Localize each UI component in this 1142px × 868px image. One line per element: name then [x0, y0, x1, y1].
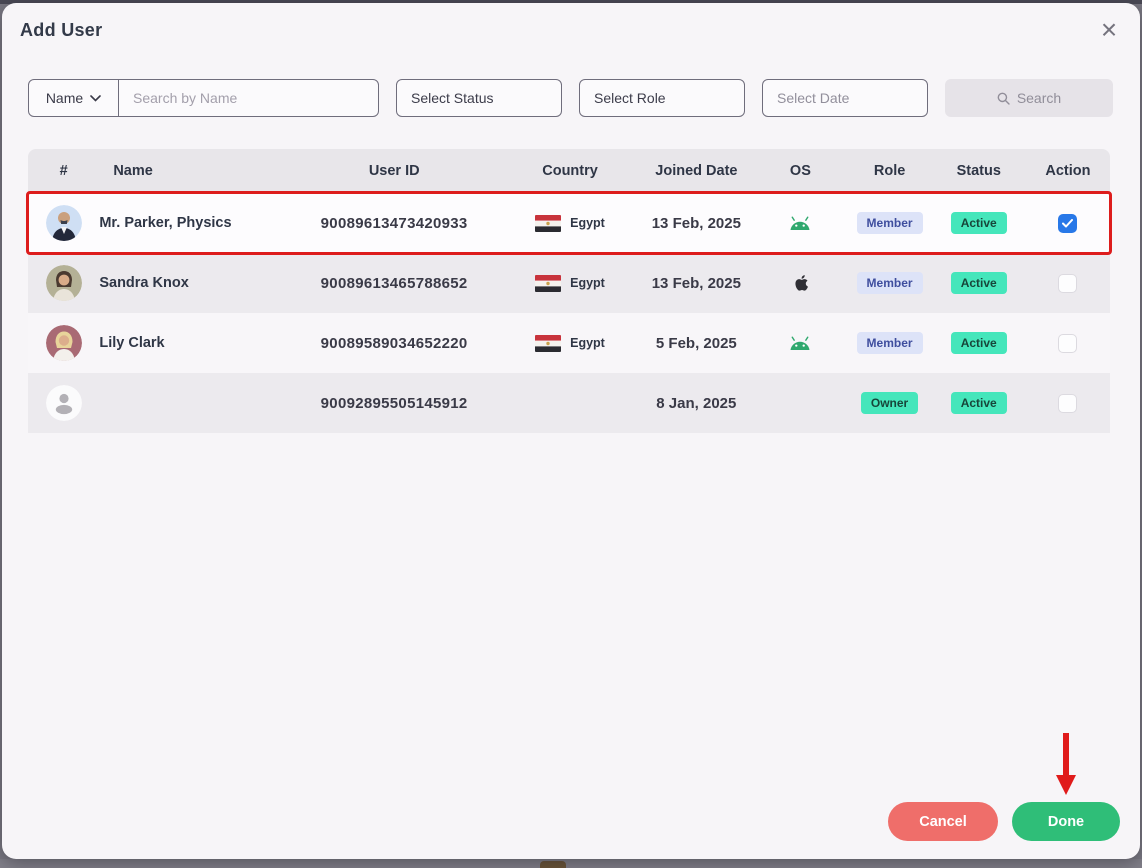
done-button[interactable]: Done [1012, 802, 1120, 841]
table-body: Mr. Parker, Physics 90089613473420933 Eg… [26, 191, 1112, 433]
country-cell: Egypt [501, 214, 640, 232]
status-cell: Active [932, 332, 1026, 354]
joined-date: 13 Feb, 2025 [651, 214, 741, 232]
check-icon [1062, 218, 1074, 227]
avatar [45, 385, 82, 421]
header-action: Action [1045, 163, 1091, 179]
role-badge: Member [856, 212, 923, 234]
name-search-combo: Name [28, 79, 379, 117]
add-user-modal: Add User × Name Select Status Select Rol… [2, 3, 1140, 859]
red-arrow-annotation [1056, 733, 1076, 795]
status-cell: Active [932, 272, 1026, 294]
users-table: # Name User ID Country Joined Date OS Ro… [26, 149, 1112, 433]
avatar [45, 325, 82, 361]
role-select-value: Select Role [594, 90, 666, 106]
name-field-dropdown[interactable]: Name [29, 80, 119, 116]
table-row[interactable]: Mr. Parker, Physics 90089613473420933 Eg… [26, 191, 1112, 255]
egypt-flag-icon [535, 274, 562, 292]
joined-date: 8 Jan, 2025 [656, 394, 737, 412]
date-select-placeholder: Select Date [777, 90, 850, 106]
os-cell [753, 272, 847, 294]
role-badge: Member [856, 332, 923, 354]
search-button-label: Search [1016, 90, 1062, 106]
avatar-cell [28, 205, 99, 241]
action-cell [1026, 273, 1110, 293]
status-badge: Active [950, 332, 1007, 354]
close-icon[interactable]: × [1092, 13, 1126, 47]
android-icon [790, 216, 810, 230]
header-status: Status [956, 163, 1001, 179]
country-label: Egypt [570, 336, 605, 350]
os-cell [753, 336, 847, 351]
row-checkbox[interactable] [1058, 273, 1078, 293]
row-checkbox[interactable] [1058, 213, 1078, 233]
avatar-cell [28, 325, 99, 361]
role-badge: Member [856, 272, 923, 294]
chevron-down-icon [90, 94, 101, 102]
os-cell [753, 216, 847, 231]
status-cell: Active [932, 392, 1026, 414]
date-select[interactable]: Select Date [762, 79, 928, 117]
page-backdrop-bottom [0, 859, 1142, 868]
table-row[interactable]: 90092895505145912 8 Jan, 2025 Owner Acti… [28, 373, 1110, 433]
header-userid: User ID [368, 163, 420, 179]
apple-icon [795, 275, 808, 291]
row-checkbox[interactable] [1058, 393, 1078, 413]
user-id: 90089613465788652 [320, 274, 468, 292]
role-cell: Member [847, 212, 931, 234]
user-id: 90089589034652220 [320, 334, 468, 352]
status-cell: Active [932, 212, 1026, 234]
table-header-row: # Name User ID Country Joined Date OS Ro… [28, 149, 1110, 193]
name-dropdown-label: Name [45, 90, 84, 106]
status-badge: Active [950, 272, 1007, 294]
role-cell: Member [847, 272, 931, 294]
android-icon [790, 336, 810, 350]
action-cell [1026, 393, 1110, 413]
search-icon [997, 92, 1010, 105]
header-os: OS [789, 163, 811, 179]
header-name: Name [113, 163, 153, 179]
joined-date: 13 Feb, 2025 [651, 274, 741, 292]
user-name: Sandra Knox [99, 275, 189, 291]
table-row[interactable]: Lily Clark 90089589034652220 Egypt 5 Feb… [28, 313, 1110, 373]
table-row[interactable]: Sandra Knox 90089613465788652 Egypt 13 F… [28, 253, 1110, 313]
user-name: Mr. Parker, Physics [99, 215, 232, 231]
avatar-cell [28, 385, 99, 421]
avatar [45, 265, 82, 301]
header-country: Country [542, 163, 598, 179]
cancel-button[interactable]: Cancel [888, 802, 998, 841]
background-page-fragment [540, 861, 566, 868]
modal-title: Add User [20, 20, 103, 40]
status-select-value: Select Status [411, 90, 494, 106]
user-id: 90092895505145912 [320, 394, 468, 412]
search-button[interactable]: Search [945, 79, 1113, 117]
action-cell [1026, 213, 1110, 233]
avatar-cell [28, 265, 99, 301]
status-badge: Active [950, 212, 1007, 234]
country-label: Egypt [570, 216, 605, 230]
status-select[interactable]: Select Status [396, 79, 562, 117]
search-by-name-input[interactable] [119, 90, 378, 106]
status-badge: Active [950, 392, 1007, 414]
user-id: 90089613473420933 [320, 214, 468, 232]
egypt-flag-icon [535, 214, 562, 232]
role-select[interactable]: Select Role [579, 79, 745, 117]
header-joined: Joined Date [655, 163, 738, 179]
header-index: # [59, 163, 68, 179]
avatar [45, 205, 82, 241]
country-cell: Egypt [501, 274, 640, 292]
user-name: Lily Clark [99, 335, 165, 351]
row-checkbox[interactable] [1058, 333, 1078, 353]
joined-date: 5 Feb, 2025 [655, 334, 737, 352]
country-label: Egypt [570, 276, 605, 290]
role-badge: Owner [860, 392, 919, 414]
filter-bar: Name Select Status Select Role Select Da… [28, 79, 1114, 117]
role-cell: Owner [847, 392, 931, 414]
country-cell: Egypt [501, 334, 640, 352]
header-role: Role [873, 163, 906, 179]
action-cell [1026, 333, 1110, 353]
egypt-flag-icon [535, 334, 562, 352]
role-cell: Member [847, 332, 931, 354]
modal-footer: Cancel Done [888, 802, 1120, 841]
